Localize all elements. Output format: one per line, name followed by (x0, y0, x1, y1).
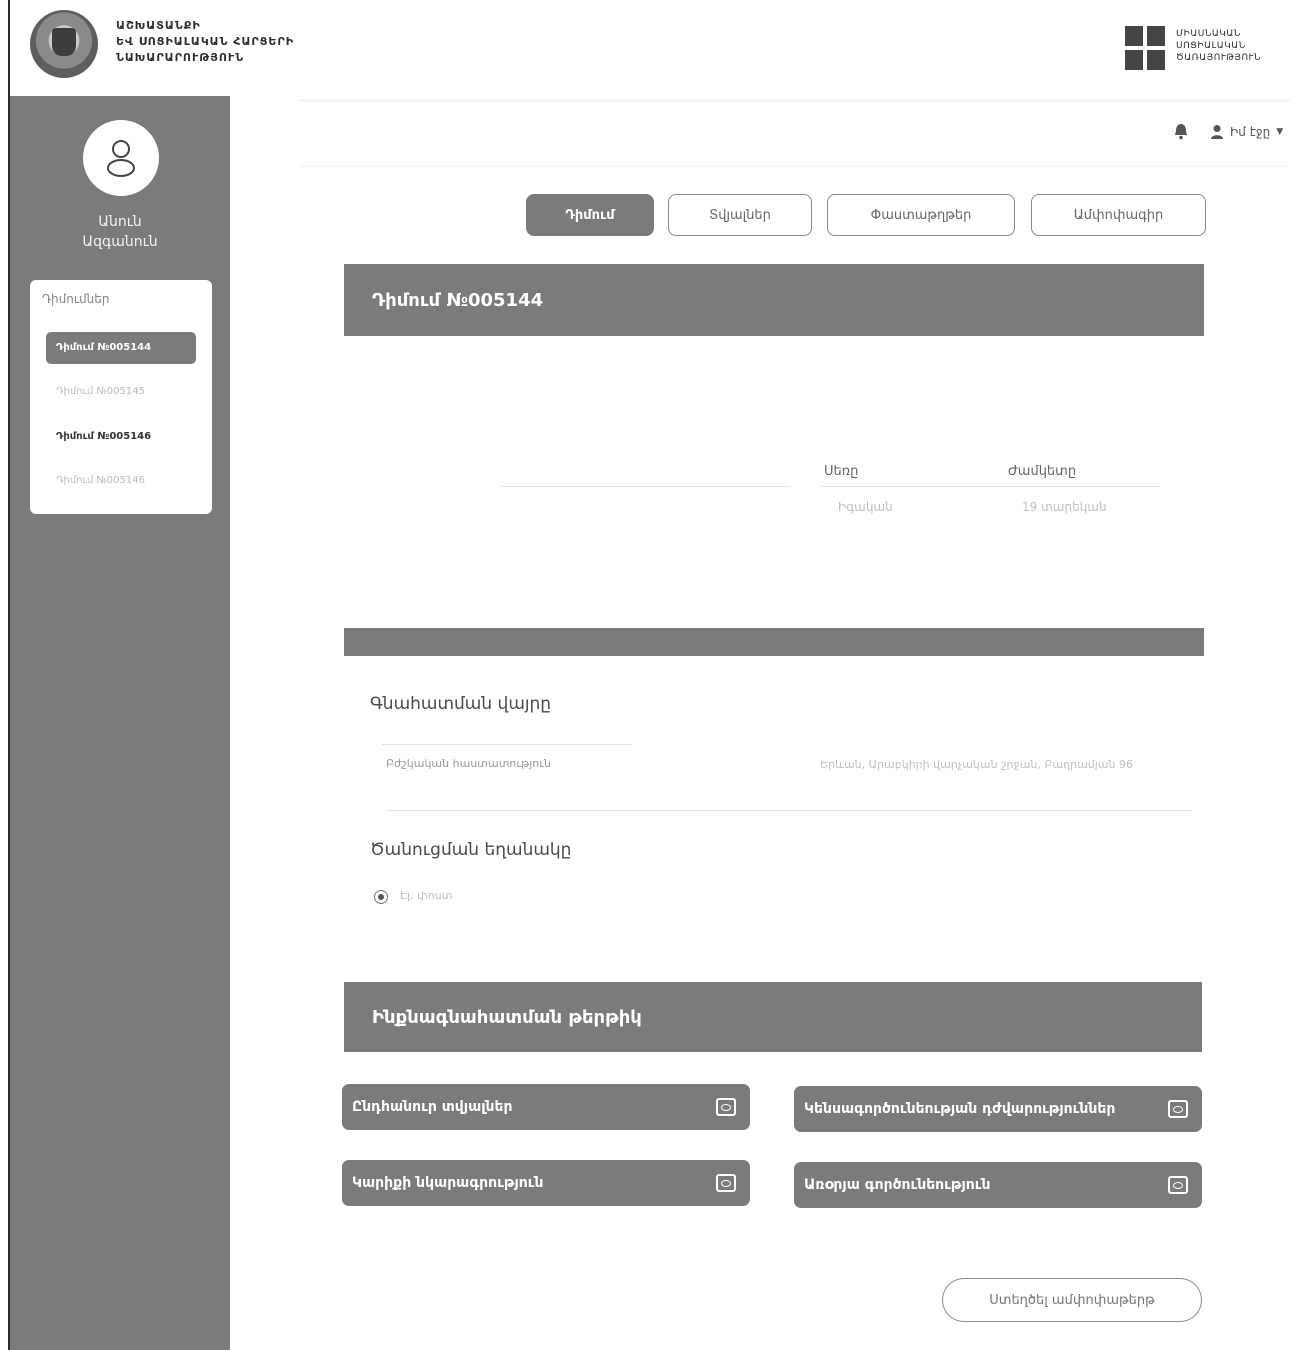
tab-data[interactable]: Տվյալներ (668, 194, 812, 236)
divider (300, 166, 1290, 167)
application-header: Դիմում №005144 (344, 264, 1204, 336)
life-activity-difficulties-button[interactable]: Կենսագործունեության դժվարություններ (794, 1086, 1202, 1132)
assessment-place-title: Գնահատման վայրը (370, 694, 552, 714)
assessment-place-type: Բժշկական հաստատություն (386, 757, 551, 770)
form-label: Ընդհանուր տվյալներ (352, 1099, 513, 1115)
application-title: Դիմում №005144 (372, 289, 544, 311)
divider (386, 810, 1192, 811)
bell-icon[interactable] (1172, 122, 1190, 140)
divider (300, 100, 1290, 101)
notification-option-label: Էլ. փոստ (400, 889, 453, 902)
view-icon (1168, 1100, 1188, 1118)
assessment-place-address: Երևան, Արաբկիրի վարչական շրջան, Բաղրամյա… (820, 758, 1133, 771)
avatar (83, 120, 159, 196)
ministry-line: ԱՇԽԱՏԱՆՔԻ (116, 19, 201, 32)
ministry-name: ԱՇԽԱՏԱՆՔԻ ԵՎ ՍՈՑԻԱԼԱԿԱՆ ՀԱՐՑԵՐԻ ՆԱԽԱՐԱՐՈ… (116, 18, 294, 66)
create-summary-button[interactable]: Ստեղծել ամփոփաթերթ (942, 1278, 1202, 1322)
applications-card: Դիմումներ Դիմում №005144 Դիմում №005145 … (30, 280, 212, 514)
view-icon (716, 1174, 736, 1192)
daily-activity-button[interactable]: Առօրյա գործունեություն (794, 1162, 1202, 1208)
agency-line: ԾԱՌԱՅՈՒԹՅՈՒՆ (1176, 53, 1261, 63)
general-data-button[interactable]: Ընդհանուր տվյալներ (342, 1084, 750, 1130)
section-strip (344, 628, 1204, 656)
self-assessment-header: Ինքնագնահատման թերթիկ (344, 982, 1202, 1052)
user-icon (107, 140, 135, 177)
tab-summary[interactable]: Ամփոփագիր (1031, 194, 1206, 236)
view-icon (1168, 1176, 1188, 1194)
agency-name: ՄԻԱՍՆԱԿԱՆ ՍՈՑԻԱԼԱԿԱՆ ԾԱՌԱՅՈՒԹՅՈՒՆ (1176, 28, 1261, 64)
notification-title: Ծանուցման եղանակը (370, 840, 572, 860)
age-column-header: Ժամկետը (1008, 464, 1077, 479)
application-item[interactable]: Դիմում №005146 (46, 465, 196, 497)
tab-documents[interactable]: Փաստաթղթեր (827, 194, 1015, 236)
tab-application[interactable]: Դիմում (526, 194, 654, 236)
agency-line: ՍՈՑԻԱԼԱԿԱՆ (1176, 41, 1246, 51)
sidebar: Անուն Ազգանուն Դիմումներ Դիմում №005144 … (10, 96, 230, 1350)
view-icon (716, 1098, 736, 1116)
agency-logo (1125, 26, 1167, 72)
divider (500, 486, 790, 487)
ministry-line: ՆԱԽԱՐԱՐՈՒԹՅՈՒՆ (116, 51, 245, 64)
application-item[interactable]: Դիմում №005145 (46, 376, 196, 408)
chevron-down-icon: ▼ (1276, 127, 1284, 137)
user-menu-label: Իմ էջը (1230, 125, 1271, 139)
person-icon (1211, 125, 1223, 139)
notification-radio[interactable] (374, 890, 388, 904)
coat-of-arms-logo (30, 10, 98, 78)
form-label: Կենսագործունեության դժվարություններ (804, 1101, 1116, 1117)
user-last-name: Ազգանուն (82, 234, 158, 250)
form-label: Կարիքի նկարագրություն (352, 1175, 544, 1191)
divider (820, 486, 1160, 487)
sex-value: Իգական (838, 500, 893, 514)
sex-column-header: Սեռը (824, 464, 859, 479)
self-assessment-title: Ինքնագնահատման թերթիկ (372, 1006, 642, 1028)
application-item[interactable]: Դիմում №005144 (46, 332, 196, 364)
age-value: 19 տարեկան (1022, 500, 1107, 514)
application-item[interactable]: Դիմում №005146 (46, 421, 196, 453)
applications-title: Դիմումներ (42, 292, 110, 306)
user-menu[interactable]: Իմ էջը ▼ (1210, 124, 1283, 140)
needs-description-button[interactable]: Կարիքի նկարագրություն (342, 1160, 750, 1206)
agency-line: ՄԻԱՍՆԱԿԱՆ (1176, 29, 1241, 39)
divider (382, 744, 632, 745)
user-first-name: Անուն (98, 214, 142, 230)
form-label: Առօրյա գործունեություն (804, 1177, 991, 1193)
ministry-line: ԵՎ ՍՈՑԻԱԼԱԿԱՆ ՀԱՐՑԵՐԻ (116, 35, 295, 48)
